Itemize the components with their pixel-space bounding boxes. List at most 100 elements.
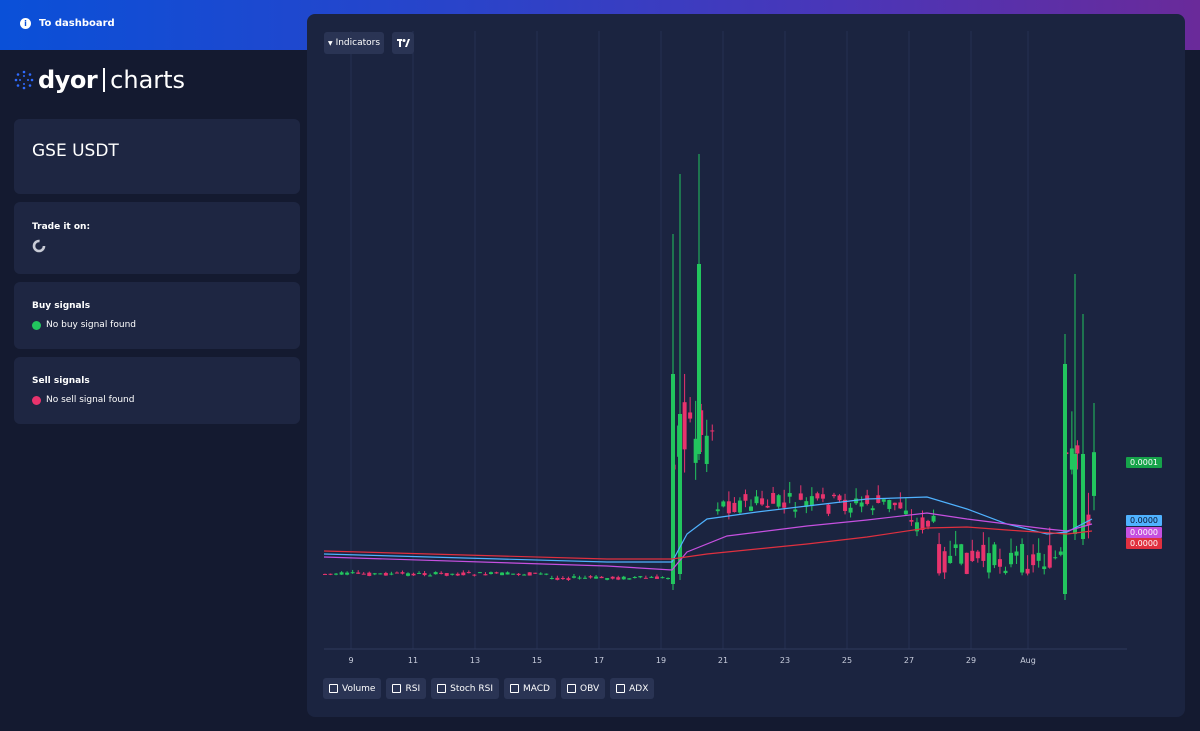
candle-body [986, 553, 991, 573]
candle-body [831, 494, 836, 497]
price-tag: 0.0000 [1126, 538, 1162, 549]
candle-body [405, 573, 410, 576]
candle-body [323, 573, 327, 575]
checkbox-icon [392, 684, 402, 693]
logo-charts-text: charts [110, 66, 186, 94]
candle-body [555, 577, 560, 580]
trade-card: Trade it on: [14, 202, 300, 274]
buy-status-dot-icon [32, 320, 41, 330]
candle-body [754, 496, 759, 504]
candle-body [964, 552, 969, 574]
candle-body [522, 574, 527, 576]
checkbox-icon [616, 684, 626, 693]
candle-body [903, 510, 908, 515]
candle-body [1092, 452, 1096, 496]
candle-body [488, 572, 493, 574]
candle-body [1058, 551, 1063, 555]
pair-name: GSE USDT [32, 141, 119, 161]
candle-body [494, 572, 499, 574]
x-axis-tick-label: 21 [718, 656, 728, 665]
tradingview-button[interactable] [392, 32, 414, 54]
candle-body [809, 496, 814, 507]
candle-body [870, 508, 875, 511]
indicator-toggle-stoch-rsi[interactable]: Stoch RSI [431, 678, 499, 699]
price-chart[interactable]: 9 11 13 15 17 19 21 23 25 27 29 Aug [307, 14, 1185, 717]
logo-dots-icon [14, 70, 34, 90]
candle-body [356, 572, 361, 574]
candle-body [937, 544, 942, 574]
candle-body [787, 493, 792, 497]
candle-body [859, 502, 864, 507]
indicator-toggle-adx[interactable]: ADX [610, 678, 655, 699]
candle-body [959, 544, 964, 564]
x-axis-tick-label: 13 [470, 656, 480, 665]
candle-body [710, 430, 715, 432]
candle-body [1063, 364, 1067, 594]
x-axis-tick-label: 17 [594, 656, 604, 665]
checkbox-icon [329, 684, 338, 693]
candle-body [411, 573, 416, 576]
candle-body [887, 500, 892, 509]
candle-body [583, 577, 588, 579]
dashboard-link[interactable]: i To dashboard [20, 18, 115, 29]
indicator-toggle-rsi[interactable]: RSI [386, 678, 427, 699]
logo[interactable]: dyor charts [14, 66, 185, 94]
candle-body [610, 576, 615, 579]
candle-body [771, 493, 776, 504]
candle-body [455, 573, 460, 576]
buy-signals-card: Buy signals No buy signal found [14, 282, 300, 349]
indicator-toggle-volume[interactable]: Volume [323, 678, 382, 699]
candle-body [616, 577, 621, 580]
candle-body [848, 507, 853, 513]
exchange-logo-icon[interactable] [32, 239, 46, 253]
candle-body [538, 573, 543, 575]
candle-body [892, 502, 897, 506]
indicators-button[interactable]: ▼ Indicators [324, 32, 384, 54]
candle-body [638, 576, 643, 578]
candle-body [782, 502, 787, 508]
candle-body [632, 577, 637, 579]
candle-body [1053, 557, 1058, 559]
tradingview-icon [396, 39, 410, 47]
indicator-toggle-bar: Volume RSI Stoch RSI MACD OBV ADX [323, 678, 655, 699]
candle-body [721, 501, 726, 507]
sell-status-dot-icon [32, 395, 41, 405]
candle-body [1025, 568, 1030, 574]
candle-body [737, 500, 742, 513]
candle-body [594, 576, 599, 579]
indicator-toggle-label: ADX [629, 683, 649, 694]
candle-body [328, 573, 333, 575]
indicator-toggle-macd[interactable]: MACD [504, 678, 556, 699]
indicator-toggle-label: Stoch RSI [450, 683, 493, 694]
indicator-toggle-obv[interactable]: OBV [560, 678, 606, 699]
candle-body [422, 573, 427, 576]
candle-body [389, 573, 394, 575]
candle-body [682, 402, 687, 450]
trade-title: Trade it on: [32, 222, 91, 232]
sell-signals-title: Sell signals [32, 376, 90, 386]
candle-body [450, 573, 455, 575]
buy-signal-text: No buy signal found [46, 320, 136, 330]
candle-body [345, 572, 350, 575]
logo-separator [103, 68, 106, 92]
candle-body [881, 499, 886, 502]
candle-body [726, 501, 731, 514]
candle-body [948, 555, 953, 564]
candle-body [621, 576, 626, 580]
sell-signal-status: No sell signal found [32, 395, 134, 405]
candle-body [483, 574, 488, 576]
candle-body [715, 509, 720, 512]
candle-body [820, 494, 825, 499]
price-tag: 0.0001 [1126, 457, 1162, 468]
candle-body [1031, 554, 1036, 566]
indicator-toggle-label: MACD [523, 683, 550, 694]
candle-body [697, 264, 701, 454]
candle-body [815, 493, 820, 499]
candle-body [334, 573, 339, 575]
indicator-toggle-label: OBV [579, 683, 600, 694]
candle-body [1073, 454, 1077, 534]
candle-body [599, 576, 604, 579]
candle-body [953, 544, 958, 549]
candle-body [394, 572, 399, 574]
candle-body [361, 573, 366, 575]
